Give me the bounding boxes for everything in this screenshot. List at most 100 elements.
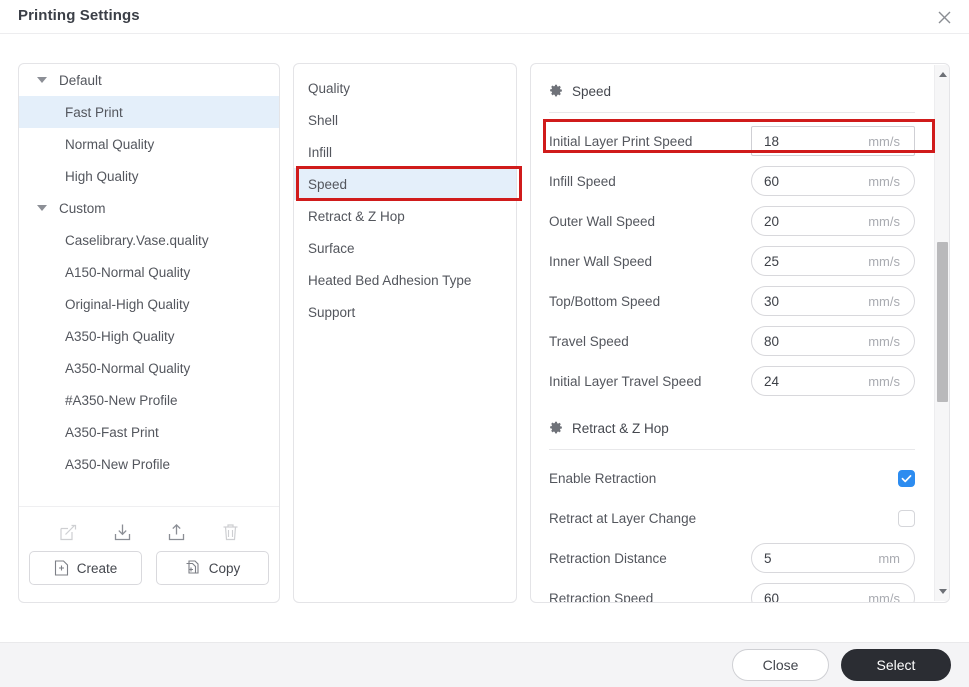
category-item-heated-bed-adhesion-type[interactable]: Heated Bed Adhesion Type <box>294 264 516 296</box>
setting-label: Initial Layer Print Speed <box>549 133 693 149</box>
category-item-label: Infill <box>308 144 333 160</box>
dialog-titlebar: Printing Settings <box>0 0 969 34</box>
dialog-footer: Close Select <box>0 642 969 687</box>
profile-item-label: High Quality <box>65 168 139 184</box>
caret-down-icon[interactable] <box>935 584 949 599</box>
profile-item-label: A350-Normal Quality <box>65 360 191 376</box>
setting-value: 80 <box>764 333 780 349</box>
copy-button[interactable]: Copy <box>156 551 269 585</box>
setting-input-outer-wall-speed[interactable]: 20 mm/s <box>751 206 915 236</box>
profile-list[interactable]: Default Fast Print Normal Quality High Qual… <box>19 64 279 506</box>
setting-unit: mm/s <box>868 133 900 149</box>
import-icon[interactable] <box>109 519 135 545</box>
setting-row-retraction-distance: Retraction Distance 5 mm <box>549 538 915 578</box>
setting-unit: mm/s <box>868 333 900 349</box>
setting-label: Inner Wall Speed <box>549 253 653 269</box>
category-item-label: Surface <box>308 240 355 256</box>
gear-icon <box>549 84 563 98</box>
setting-input-retraction-speed[interactable]: 60 mm/s <box>751 583 915 602</box>
setting-input-infill-speed[interactable]: 60 mm/s <box>751 166 915 196</box>
setting-input-top-bottom-speed[interactable]: 30 mm/s <box>751 286 915 316</box>
profile-item-a350-normal-quality[interactable]: A350-Normal Quality <box>19 352 279 384</box>
category-item-quality[interactable]: Quality <box>294 72 516 104</box>
section-header-retract-z-hop: Retract & Z Hop <box>549 409 915 447</box>
setting-label: Outer Wall Speed <box>549 213 656 229</box>
section-title: Retract & Z Hop <box>572 420 669 436</box>
setting-value: 60 <box>764 173 780 189</box>
settings-scroll-area: Speed Initial Layer Print Speed 18 mm/s Infi… <box>531 64 933 602</box>
create-button[interactable]: Create <box>29 551 142 585</box>
category-item-surface[interactable]: Surface <box>294 232 516 264</box>
setting-input-initial-layer-print-speed[interactable]: 18 mm/s <box>751 126 915 156</box>
export-icon[interactable] <box>163 519 189 545</box>
setting-checkbox-enable-retraction[interactable] <box>898 469 915 487</box>
profile-item-a350-fast-print[interactable]: A350-Fast Print <box>19 416 279 448</box>
setting-input-retraction-distance[interactable]: 5 mm <box>751 543 915 573</box>
profile-toolbar: Create Copy <box>19 506 279 602</box>
chevron-down-icon <box>37 77 47 83</box>
scrollbar-thumb[interactable] <box>937 242 948 402</box>
profile-item-high-quality[interactable]: High Quality <box>19 160 279 192</box>
category-item-label: Quality <box>308 80 351 96</box>
setting-row-enable-retraction: Enable Retraction <box>549 458 915 498</box>
setting-input-travel-speed[interactable]: 80 mm/s <box>751 326 915 356</box>
category-item-shell[interactable]: Shell <box>294 104 516 136</box>
category-panel: Quality Shell Infill Speed Retract & Z Hop Su… <box>293 63 517 603</box>
setting-row-travel-speed: Travel Speed 80 mm/s <box>549 321 915 361</box>
setting-unit: mm <box>878 550 900 566</box>
profile-item-caselibrary-vase-quality[interactable]: Caselibrary.Vase.quality <box>19 224 279 256</box>
profile-item-label: A350-Fast Print <box>65 424 159 440</box>
profile-item-label: A150-Normal Quality <box>65 264 191 280</box>
category-item-retract-z-hop[interactable]: Retract & Z Hop <box>294 200 516 232</box>
create-file-icon <box>54 560 69 576</box>
section-divider <box>549 112 915 113</box>
setting-unit: mm/s <box>868 590 900 603</box>
profile-item-a350-new-profile[interactable]: #A350-New Profile <box>19 384 279 416</box>
edit-icon <box>55 519 81 545</box>
copy-button-label: Copy <box>208 560 241 576</box>
category-item-support[interactable]: Support <box>294 296 516 328</box>
close-button[interactable]: Close <box>732 649 829 681</box>
profile-group-default[interactable]: Default <box>19 64 279 96</box>
profile-item-a150-normal-quality[interactable]: A150-Normal Quality <box>19 256 279 288</box>
profile-item-label: Original-High Quality <box>65 296 190 312</box>
setting-row-outer-wall-speed: Outer Wall Speed 20 mm/s <box>549 201 915 241</box>
profile-item-normal-quality[interactable]: Normal Quality <box>19 128 279 160</box>
profile-item-a350-new-profile[interactable]: A350-New Profile <box>19 448 279 480</box>
profile-group-custom[interactable]: Custom <box>19 192 279 224</box>
copy-file-icon <box>185 560 201 576</box>
close-icon[interactable] <box>933 6 955 28</box>
category-list[interactable]: Quality Shell Infill Speed Retract & Z Hop Su… <box>294 72 516 328</box>
profile-item-original-high-quality[interactable]: Original-High Quality <box>19 288 279 320</box>
profile-button-row: Create Copy <box>19 551 279 585</box>
profile-item-label: A350-New Profile <box>65 456 171 472</box>
setting-value: 30 <box>764 293 780 309</box>
category-item-infill[interactable]: Infill <box>294 136 516 168</box>
profile-item-a350-high-quality[interactable]: A350-High Quality <box>19 320 279 352</box>
delete-icon <box>217 519 243 545</box>
setting-unit: mm/s <box>868 253 900 269</box>
category-item-label: Heated Bed Adhesion Type <box>308 272 472 288</box>
printing-settings-dialog: Printing Settings Default Fast Print Norma… <box>0 0 969 687</box>
setting-row-retraction-speed: Retraction Speed 60 mm/s <box>549 578 915 602</box>
setting-input-inner-wall-speed[interactable]: 25 mm/s <box>751 246 915 276</box>
category-item-speed[interactable]: Speed <box>294 168 516 200</box>
setting-unit: mm/s <box>868 373 900 389</box>
section-divider <box>549 449 915 450</box>
settings-panel: Speed Initial Layer Print Speed 18 mm/s Infi… <box>530 63 950 603</box>
settings-scrollbar[interactable] <box>934 65 949 601</box>
profile-item-label: #A350-New Profile <box>65 392 178 408</box>
setting-checkbox-retract-at-layer-change[interactable] <box>898 509 915 527</box>
select-button[interactable]: Select <box>841 649 951 681</box>
setting-label: Enable Retraction <box>549 470 657 486</box>
setting-label: Infill Speed <box>549 173 616 189</box>
profile-item-label: Caselibrary.Vase.quality <box>65 232 209 248</box>
profile-item-fast-print[interactable]: Fast Print <box>19 96 279 128</box>
check-icon <box>901 473 912 484</box>
setting-row-inner-wall-speed: Inner Wall Speed 25 mm/s <box>549 241 915 281</box>
setting-input-initial-layer-travel-speed[interactable]: 24 mm/s <box>751 366 915 396</box>
profile-item-label: Normal Quality <box>65 136 155 152</box>
section-header-speed: Speed <box>549 72 915 110</box>
caret-up-icon[interactable] <box>935 67 949 82</box>
setting-label: Retraction Distance <box>549 550 667 566</box>
